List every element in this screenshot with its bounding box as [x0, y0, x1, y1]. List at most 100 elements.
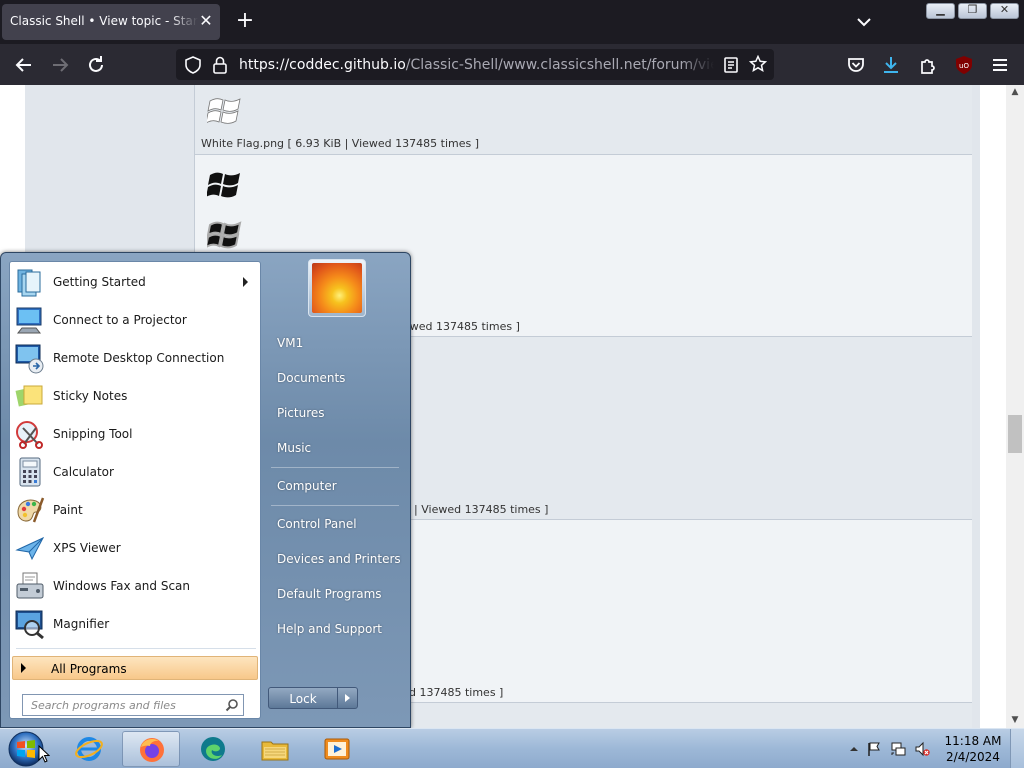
program-label: Sticky Notes — [53, 389, 128, 403]
place-control-panel[interactable]: Control Panel — [265, 512, 405, 538]
program-paint[interactable]: Paint — [12, 492, 258, 528]
place-devices-printers[interactable]: Devices and Printers — [265, 547, 405, 573]
search-input[interactable] — [23, 695, 223, 715]
white-flag-image — [207, 98, 241, 124]
program-label: Calculator — [53, 465, 114, 479]
address-bar[interactable]: https://coddec.github.io/Classic-Shell/w… — [176, 49, 774, 80]
media-player-icon — [324, 738, 350, 760]
tab-close-icon[interactable]: ✕ — [198, 12, 214, 30]
tab-classic-shell[interactable]: Classic Shell • View topic - Start Butt … — [2, 4, 220, 40]
pocket-icon[interactable] — [845, 54, 867, 76]
program-calculator[interactable]: Calculator — [12, 454, 258, 490]
all-programs-button[interactable]: All Programs — [12, 656, 258, 680]
taskbar-firefox[interactable] — [122, 731, 180, 767]
volume-muted-icon[interactable] — [914, 741, 930, 757]
place-label: VM1 — [277, 336, 304, 350]
browser-tab-bar: Classic Shell • View topic - Start Butt … — [0, 0, 1024, 44]
extensions-icon[interactable] — [917, 54, 939, 76]
program-fax-scan[interactable]: Windows Fax and Scan — [12, 568, 258, 604]
program-label: Snipping Tool — [53, 427, 133, 441]
forward-arrow-icon[interactable] — [49, 54, 71, 76]
tab-list-chevron-icon[interactable] — [854, 12, 874, 32]
lock-label: Lock — [289, 692, 317, 706]
place-label: Computer — [277, 479, 337, 493]
lock-icon[interactable] — [212, 56, 228, 74]
place-music[interactable]: Music — [265, 436, 405, 462]
place-label: Help and Support — [277, 622, 382, 636]
attachment-block: White Flag.png [ 6.93 KiB | Viewed 13748… — [194, 85, 972, 155]
user-picture-avatar[interactable] — [308, 259, 366, 317]
program-magnifier[interactable]: Magnifier — [12, 606, 258, 642]
bookmark-star-icon[interactable] — [749, 55, 767, 73]
program-getting-started[interactable]: Getting Started — [12, 264, 258, 300]
start-search-box[interactable] — [22, 694, 244, 716]
tab-title: Classic Shell • View topic - Start Butt — [10, 14, 198, 28]
program-sticky-notes[interactable]: Sticky Notes — [12, 378, 258, 414]
shutdown-options-arrow-icon[interactable] — [337, 688, 357, 708]
start-menu: Getting Started Connect to a Projector R… — [0, 252, 411, 728]
taskbar-edge[interactable] — [184, 731, 242, 767]
place-documents[interactable]: Documents — [265, 366, 405, 392]
reload-icon[interactable] — [85, 54, 107, 76]
program-snipping-tool[interactable]: Snipping Tool — [12, 416, 258, 452]
remote-desktop-icon — [15, 344, 44, 374]
paint-icon — [17, 497, 45, 523]
downloads-icon[interactable] — [880, 54, 902, 76]
tracking-shield-icon[interactable] — [184, 56, 202, 74]
reader-view-icon[interactable] — [723, 56, 739, 74]
taskbar-internet-explorer[interactable] — [60, 731, 118, 767]
black-flag-shadow-image — [207, 221, 242, 249]
projector-icon — [16, 307, 42, 334]
xps-viewer-icon — [15, 536, 45, 561]
back-arrow-icon[interactable] — [13, 54, 35, 76]
action-center-flag-icon[interactable] — [866, 741, 882, 757]
flower-image — [312, 263, 362, 313]
programs-pane: Getting Started Connect to a Projector R… — [9, 261, 261, 719]
program-connect-projector[interactable]: Connect to a Projector — [12, 302, 258, 338]
program-label: Paint — [53, 503, 83, 517]
places-separator — [271, 505, 399, 506]
taskbar-file-explorer[interactable] — [246, 731, 304, 767]
scroll-up-arrow-icon[interactable]: ▲ — [1008, 85, 1022, 99]
places-separator — [271, 467, 399, 468]
program-remote-desktop[interactable]: Remote Desktop Connection — [12, 340, 258, 376]
place-pictures[interactable]: Pictures — [265, 401, 405, 427]
restore-button[interactable]: ❐ — [958, 3, 987, 19]
app-menu-icon[interactable] — [989, 54, 1011, 76]
page-scrollbar[interactable] — [1006, 85, 1024, 728]
clock-time: 11:18 AM — [944, 734, 1002, 748]
url-path: /Classic-Shell/www.classicshell.net/foru… — [405, 57, 714, 73]
close-window-button[interactable]: ✕ — [990, 3, 1019, 19]
program-label: Remote Desktop Connection — [53, 351, 225, 365]
taskbar-media-player[interactable] — [308, 731, 366, 767]
url-text[interactable]: https://coddec.github.io/Classic-Shell/w… — [239, 57, 714, 73]
fax-scan-icon — [16, 572, 44, 599]
place-user-folder[interactable]: VM1 — [265, 331, 405, 357]
ublock-origin-icon[interactable]: uO — [953, 54, 975, 76]
minimize-button[interactable]: ▁ — [926, 3, 955, 19]
mouse-cursor-icon — [38, 745, 50, 763]
place-label: Music — [277, 441, 312, 455]
lock-button[interactable]: Lock — [268, 687, 358, 709]
show-hidden-icons-arrow-icon[interactable] — [846, 741, 862, 757]
place-label: Devices and Printers — [277, 552, 401, 566]
submenu-arrow-icon — [243, 277, 248, 287]
show-desktop-button[interactable] — [1010, 729, 1024, 768]
network-icon[interactable] — [890, 741, 906, 757]
taskbar-clock[interactable]: 11:18 AM 2/4/2024 — [944, 733, 1002, 765]
sticky-notes-icon — [15, 385, 43, 407]
place-default-programs[interactable]: Default Programs — [265, 582, 405, 608]
all-programs-arrow-icon — [21, 663, 26, 673]
attachment-caption: B | Viewed 137485 times ] — [403, 503, 549, 516]
browser-nav-bar: https://coddec.github.io/Classic-Shell/w… — [0, 44, 1024, 85]
place-computer[interactable]: Computer — [265, 474, 405, 500]
new-tab-button[interactable]: + — [234, 10, 256, 32]
calculator-icon — [19, 457, 41, 487]
scrollbar-thumb[interactable] — [1008, 415, 1022, 453]
clock-date: 2/4/2024 — [946, 750, 1000, 764]
program-xps-viewer[interactable]: XPS Viewer — [12, 530, 258, 566]
place-help-support[interactable]: Help and Support — [265, 617, 405, 643]
svg-text:uO: uO — [959, 62, 969, 70]
scroll-down-arrow-icon[interactable]: ▼ — [1008, 713, 1022, 727]
search-icon[interactable] — [225, 698, 239, 712]
